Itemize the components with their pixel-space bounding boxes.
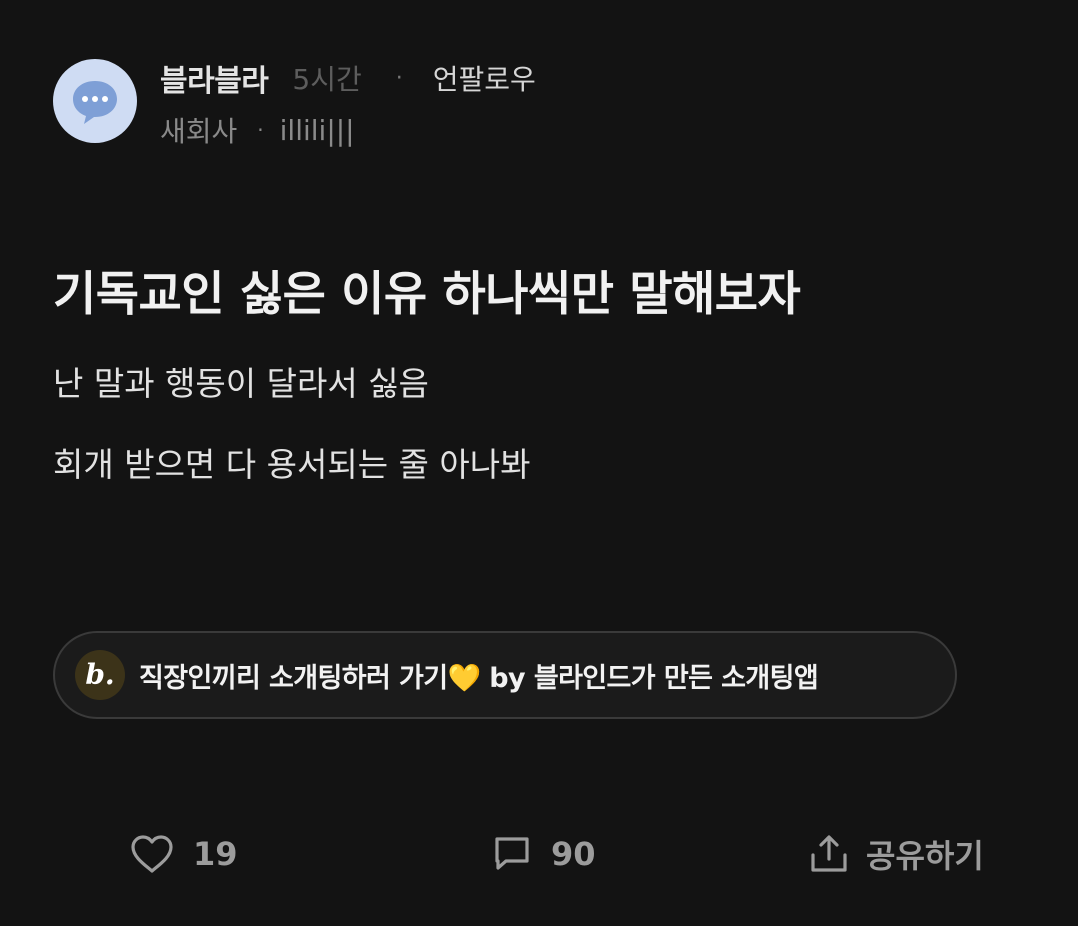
comment-count: 90 bbox=[551, 835, 596, 873]
blind-logo-text: b. bbox=[85, 658, 115, 691]
like-button[interactable]: 19 bbox=[129, 828, 238, 880]
share-icon bbox=[811, 835, 847, 872]
post-title: 기독교인 싫은 이유 하나씩만 말해보자 bbox=[53, 267, 801, 322]
blind-logo: b. bbox=[75, 650, 125, 700]
author-name[interactable]: 블라블라 bbox=[160, 56, 269, 100]
avatar[interactable] bbox=[53, 59, 137, 143]
company-name[interactable]: 새회사 bbox=[160, 110, 237, 150]
chat-bubble-icon bbox=[73, 81, 117, 124]
like-count: 19 bbox=[193, 835, 238, 873]
dating-app-banner[interactable]: b. 직장인끼리 소개팅하러 가기💛 by 블라인드가 만든 소개팅앱 bbox=[53, 631, 957, 719]
author-info: 새회사 · illili||| bbox=[160, 111, 355, 149]
heart-icon bbox=[131, 835, 173, 873]
post-meta: 블라블라 5시간 · 언팔로우 bbox=[160, 56, 536, 100]
unfollow-button[interactable]: 언팔로우 bbox=[433, 58, 536, 98]
share-label: 공유하기 bbox=[866, 837, 984, 875]
author-nickname: illili||| bbox=[279, 113, 355, 147]
comment-icon bbox=[495, 837, 529, 870]
post-time: 5시간 bbox=[292, 63, 362, 96]
banner-text: 직장인끼리 소개팅하러 가기💛 by 블라인드가 만든 소개팅앱 bbox=[139, 662, 819, 694]
post-body-line: 회개 받으면 다 용서되는 줄 아나봐 bbox=[53, 445, 531, 484]
post-body-line: 난 말과 행동이 달라서 싫음 bbox=[53, 364, 429, 403]
comment-button[interactable]: 90 bbox=[491, 828, 596, 880]
author-info-separator: · bbox=[257, 118, 264, 142]
share-button[interactable]: 공유하기 bbox=[808, 828, 984, 880]
meta-separator: · bbox=[395, 65, 403, 91]
